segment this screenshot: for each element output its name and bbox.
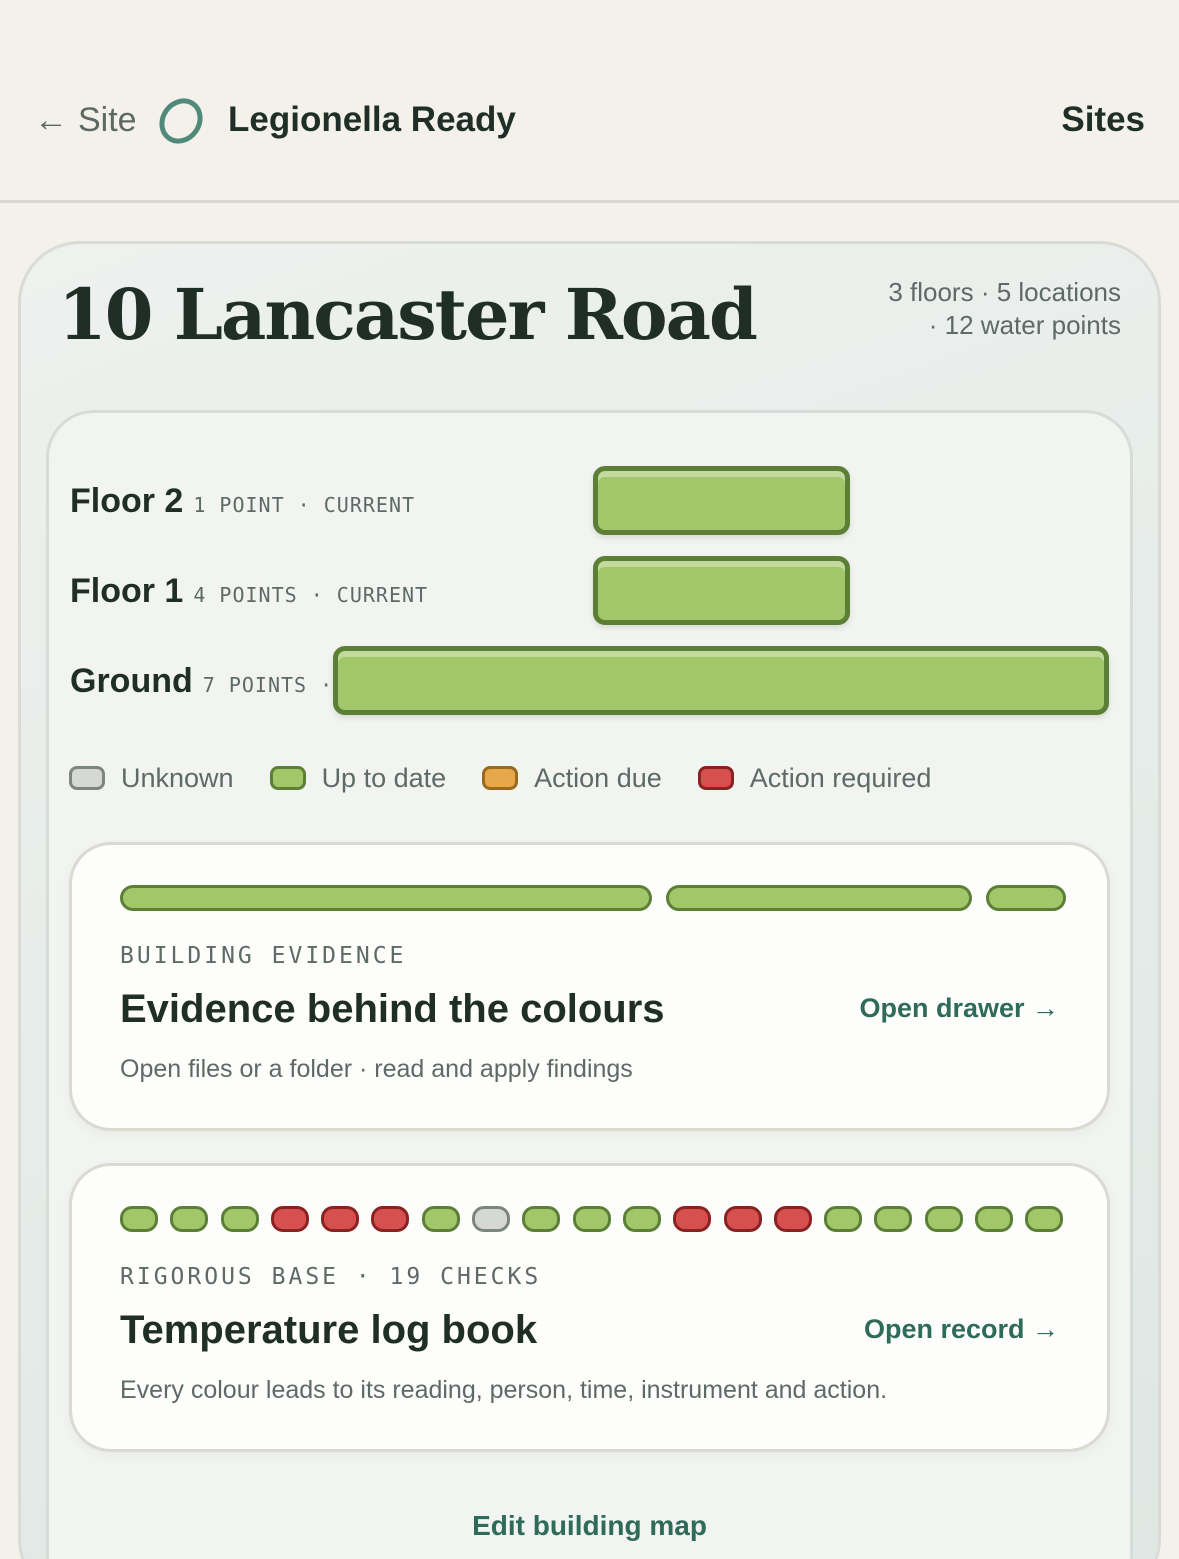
check-dot-action-required[interactable] — [673, 1206, 712, 1232]
check-dot-up-to-date[interactable] — [522, 1206, 561, 1232]
legend-label: Up to date — [321, 762, 447, 793]
legend-label: Action due — [534, 762, 662, 793]
back-to-site-link[interactable]: ← Site — [34, 98, 137, 142]
card-eyebrow: BUILDING EVIDENCE — [120, 943, 407, 969]
floor-bar-ground[interactable] — [333, 646, 1109, 715]
floor-bar-floor-2[interactable] — [593, 466, 850, 535]
check-dot-up-to-date[interactable] — [220, 1206, 259, 1232]
building-meta-points: · 12 water points — [928, 310, 1121, 340]
check-dot-action-required[interactable] — [773, 1206, 812, 1232]
legend-item-action-due: Action due — [482, 763, 662, 794]
legend-label: Unknown — [121, 762, 234, 793]
check-dot-action-required[interactable] — [321, 1206, 360, 1232]
card-description: Every colour leads to its reading, perso… — [120, 1376, 888, 1404]
check-dot-up-to-date[interactable] — [824, 1206, 863, 1232]
edit-building-map-link[interactable]: Edit building map — [0, 1510, 1179, 1542]
evidence-segment — [986, 885, 1066, 911]
check-dot-up-to-date[interactable] — [421, 1206, 460, 1232]
check-dot-up-to-date[interactable] — [975, 1206, 1014, 1232]
legend-item-up-to-date: Up to date — [269, 762, 447, 794]
legend-swatch — [269, 766, 306, 790]
card-title: Evidence behind the colours — [120, 987, 665, 1031]
status-legend: Unknown Up to date Action due Action req… — [69, 760, 967, 796]
temperature-logbook-card[interactable]: RIGOROUS BASE · 19 CHECKS Temperature lo… — [69, 1163, 1110, 1452]
floor-bar-floor-1[interactable] — [593, 556, 850, 625]
arrow-left-icon: ← — [34, 100, 68, 139]
legend-item-action-required: Action required — [697, 762, 932, 794]
evidence-segment — [666, 885, 972, 911]
floor-row-floor-2: Floor 2 1 POINT · CURRENT — [70, 482, 415, 522]
back-link-label: Site — [78, 100, 137, 139]
check-dots — [120, 1206, 1064, 1232]
floor-row-floor-1: Floor 1 4 POINTS · CURRENT — [70, 572, 428, 612]
floor-row-ground: Ground 7 POINTS · — [70, 662, 333, 702]
check-dot-up-to-date[interactable] — [622, 1206, 661, 1232]
legend-swatch — [697, 766, 734, 790]
floor-meta: 1 POINT · CURRENT — [193, 493, 416, 517]
check-dot-action-required[interactable] — [270, 1206, 309, 1232]
check-dot-up-to-date[interactable] — [120, 1206, 158, 1232]
legend-label: Action required — [749, 762, 932, 793]
floor-meta: 7 POINTS · — [202, 673, 334, 697]
open-record-link[interactable]: Open record → — [864, 1314, 1059, 1345]
card-eyebrow: RIGOROUS BASE · 19 CHECKS — [120, 1264, 542, 1290]
top-bar: ← Site Legionella Ready Sites — [0, 0, 1179, 203]
card-title: Temperature log book — [120, 1308, 538, 1352]
legend-swatch — [482, 766, 519, 790]
check-dot-action-required[interactable] — [723, 1206, 762, 1232]
evidence-segments — [120, 885, 1066, 911]
check-dot-up-to-date[interactable] — [874, 1206, 913, 1232]
ring-logo-icon — [159, 98, 203, 144]
floor-name: Floor 1 — [70, 572, 184, 610]
legend-item-unknown: Unknown — [69, 763, 234, 794]
floor-name: Floor 2 — [70, 482, 184, 520]
floor-name: Ground — [70, 662, 193, 700]
check-dot-up-to-date[interactable] — [170, 1206, 209, 1232]
check-dot-up-to-date[interactable] — [1025, 1206, 1064, 1232]
legend-swatch — [69, 766, 105, 790]
sites-link[interactable]: Sites — [1061, 98, 1145, 142]
check-dot-unknown[interactable] — [472, 1206, 511, 1232]
building-evidence-card[interactable]: BUILDING EVIDENCE Evidence behind the co… — [69, 842, 1110, 1131]
building-meta: 3 floors · 5 locations · 12 water points — [888, 276, 1121, 342]
check-dot-up-to-date[interactable] — [924, 1206, 963, 1232]
evidence-segment — [120, 885, 652, 911]
app-title: Legionella Ready — [228, 100, 516, 139]
building-meta-counts: 3 floors · 5 locations — [888, 277, 1121, 307]
open-drawer-link[interactable]: Open drawer → — [859, 993, 1059, 1024]
card-description: Open files or a folder · read and apply … — [120, 1055, 633, 1083]
check-dot-action-required[interactable] — [371, 1206, 410, 1232]
floor-meta: 4 POINTS · CURRENT — [193, 583, 429, 607]
building-title: 10 Lancaster Road — [58, 273, 758, 356]
check-dot-up-to-date[interactable] — [572, 1206, 611, 1232]
